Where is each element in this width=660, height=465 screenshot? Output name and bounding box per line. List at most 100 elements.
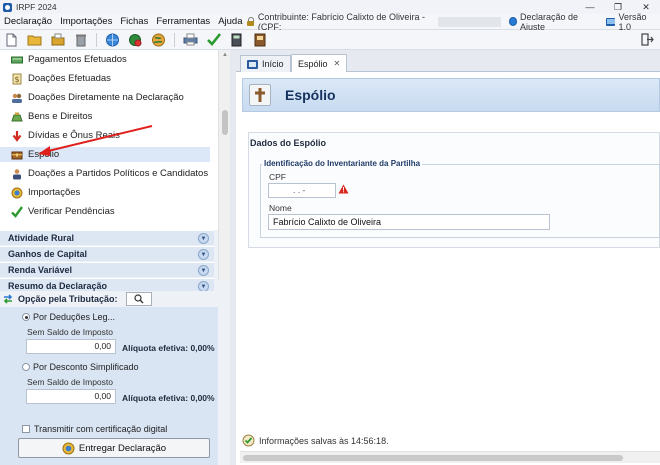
menu-bar: Declaração Importações Fichas Ferramenta… <box>0 11 660 32</box>
tab-inicio[interactable]: Início <box>240 55 291 72</box>
calculator-button[interactable] <box>229 32 244 47</box>
window-title: IRPF 2024 <box>16 2 57 12</box>
world-button[interactable] <box>151 32 166 47</box>
horizontal-scrollbar[interactable] <box>240 451 660 463</box>
tributacao-panel: Por Deduções Leg... Sem Saldo de Imposto… <box>0 307 218 465</box>
saved-check-icon <box>242 434 255 447</box>
group-title: Identificação do Inventariante da Partil… <box>262 159 423 168</box>
save-button[interactable] <box>50 32 65 47</box>
search-globe-icon <box>129 33 142 46</box>
category-atividade-rural[interactable]: Atividade Rural ▼ <box>0 230 214 245</box>
exit-button[interactable] <box>641 33 654 46</box>
scroll-thumb[interactable] <box>222 110 228 135</box>
cpf-input[interactable]: . . - <box>268 183 336 198</box>
category-renda-variavel[interactable]: Renda Variável ▼ <box>0 262 214 277</box>
radio-deducoes-legais[interactable]: Por Deduções Leg... <box>22 312 115 322</box>
tab-label: Espólio <box>298 58 328 69</box>
checkbox-label: Transmitir com certificação digital <box>34 424 168 434</box>
menu-fichas[interactable]: Fichas <box>116 16 152 27</box>
cross-icon <box>249 84 271 106</box>
menu-ferramentas[interactable]: Ferramentas <box>152 16 214 27</box>
main-content-pane: Início Espólio ✕ Espólio Dados do Espóli… <box>236 50 660 465</box>
radio-button-selected[interactable] <box>22 313 30 321</box>
search-icon <box>133 294 144 304</box>
aliquota-efetiva-label: Alíquota efetiva: 0,00% <box>122 393 215 403</box>
entregar-label: Entregar Declaração <box>78 442 167 454</box>
swap-arrows-icon <box>3 294 13 304</box>
page-banner: Espólio <box>242 78 660 112</box>
chevron-down-icon[interactable]: ▼ <box>198 233 209 244</box>
radio-desconto-simplificado[interactable]: Por Desconto Simplificado <box>22 362 139 372</box>
nome-label: Nome <box>269 203 292 213</box>
saldo-label: Sem Saldo de Imposto <box>27 327 113 337</box>
radio-label: Por Desconto Simplificado <box>33 362 139 372</box>
cpf-redacted <box>437 16 501 27</box>
lock-icon <box>246 17 254 26</box>
page-title: Espólio <box>285 87 336 103</box>
book-button[interactable] <box>252 32 267 47</box>
world-icon <box>152 33 165 46</box>
red-annotation-arrow <box>38 125 153 156</box>
delete-button[interactable] <box>73 32 88 47</box>
receitanet-button[interactable] <box>105 32 120 47</box>
network-globe-icon <box>106 33 119 46</box>
menu-ajuda[interactable]: Ajuda <box>214 16 246 27</box>
nav-item-label: Verificar Pendências <box>28 206 115 217</box>
radio-label: Por Deduções Leg... <box>33 312 116 322</box>
category-ganhos-de-capital[interactable]: Ganhos de Capital ▼ <box>0 246 214 261</box>
verify-button[interactable] <box>206 32 221 47</box>
open-folder-button[interactable] <box>27 32 42 47</box>
import-icon <box>11 187 23 198</box>
tributacao-search-button[interactable] <box>125 292 152 306</box>
book-icon <box>254 33 265 46</box>
category-label: Renda Variável <box>8 265 73 275</box>
print-button[interactable] <box>183 32 198 47</box>
toolbar <box>0 30 660 50</box>
tributacao-label: Opção pela Tributação: <box>18 294 118 304</box>
radio-button[interactable] <box>22 363 30 371</box>
nav-item-label: Importações <box>28 187 81 198</box>
printer-icon <box>183 33 198 46</box>
status-text: Informações salvas às 14:56:18. <box>259 435 389 446</box>
nav-item-verificar-pendencias[interactable]: Verificar Pendências <box>0 204 210 219</box>
send-globe-icon <box>62 442 75 454</box>
scroll-up-icon[interactable]: ▲ <box>222 52 228 58</box>
checkbox[interactable] <box>22 425 30 433</box>
horizontal-scroll-thumb[interactable] <box>243 455 623 461</box>
chevron-down-icon[interactable]: ▼ <box>198 265 209 276</box>
versao-info[interactable]: Versão 1.0 <box>606 12 658 32</box>
save-status: Informações salvas às 14:56:18. <box>242 434 389 447</box>
nav-item-importacoes[interactable]: Importações <box>0 185 210 200</box>
warning-icon <box>338 184 349 194</box>
entregar-declaracao-button[interactable]: Entregar Declaração <box>18 438 210 458</box>
home-screen-icon <box>247 59 258 69</box>
category-label: Resumo da Declaração <box>8 281 108 291</box>
simplificado-value-field: 0,00 <box>26 389 116 404</box>
new-document-button[interactable] <box>4 32 19 47</box>
saldo-label: Sem Saldo de Imposto <box>27 377 113 387</box>
search-globe-button[interactable] <box>128 32 143 47</box>
tab-espolio[interactable]: Espólio ✕ <box>291 54 348 72</box>
tab-strip: Início Espólio ✕ <box>236 50 660 72</box>
contribuinte-label: Contribuinte: Fabrício Calixto de Olivei… <box>257 11 425 32</box>
section-title: Dados do Espólio <box>250 138 327 148</box>
contribuinte-info: Contribuinte: Fabrício Calixto de Olivei… <box>246 11 501 32</box>
globe-icon <box>508 17 518 26</box>
calculator-icon <box>231 33 242 46</box>
nav-scrollbar[interactable]: ▲ <box>218 50 230 280</box>
menu-declaracao[interactable]: Declaração <box>0 16 56 27</box>
cpf-label: CPF <box>269 172 286 182</box>
open-folder-icon <box>27 35 42 46</box>
versao-label: Versão 1.0 <box>618 11 647 32</box>
menu-importacoes[interactable]: Importações <box>56 16 116 27</box>
exit-door-icon <box>641 33 654 46</box>
monitor-icon <box>606 17 616 26</box>
nome-input[interactable]: Fabrício Calixto de Oliveira <box>268 214 550 230</box>
category-label: Ganhos de Capital <box>8 249 88 259</box>
declaracao-ajuste-info[interactable]: Declaração de Ajuste <box>508 12 599 32</box>
save-icon <box>51 33 64 46</box>
aliquota-efetiva-label: Alíquota efetiva: 0,00% <box>122 343 215 353</box>
close-tab-icon[interactable]: ✕ <box>334 59 341 68</box>
transmitir-certificacao-checkbox[interactable]: Transmitir com certificação digital <box>22 424 167 434</box>
chevron-down-icon[interactable]: ▼ <box>198 249 209 260</box>
